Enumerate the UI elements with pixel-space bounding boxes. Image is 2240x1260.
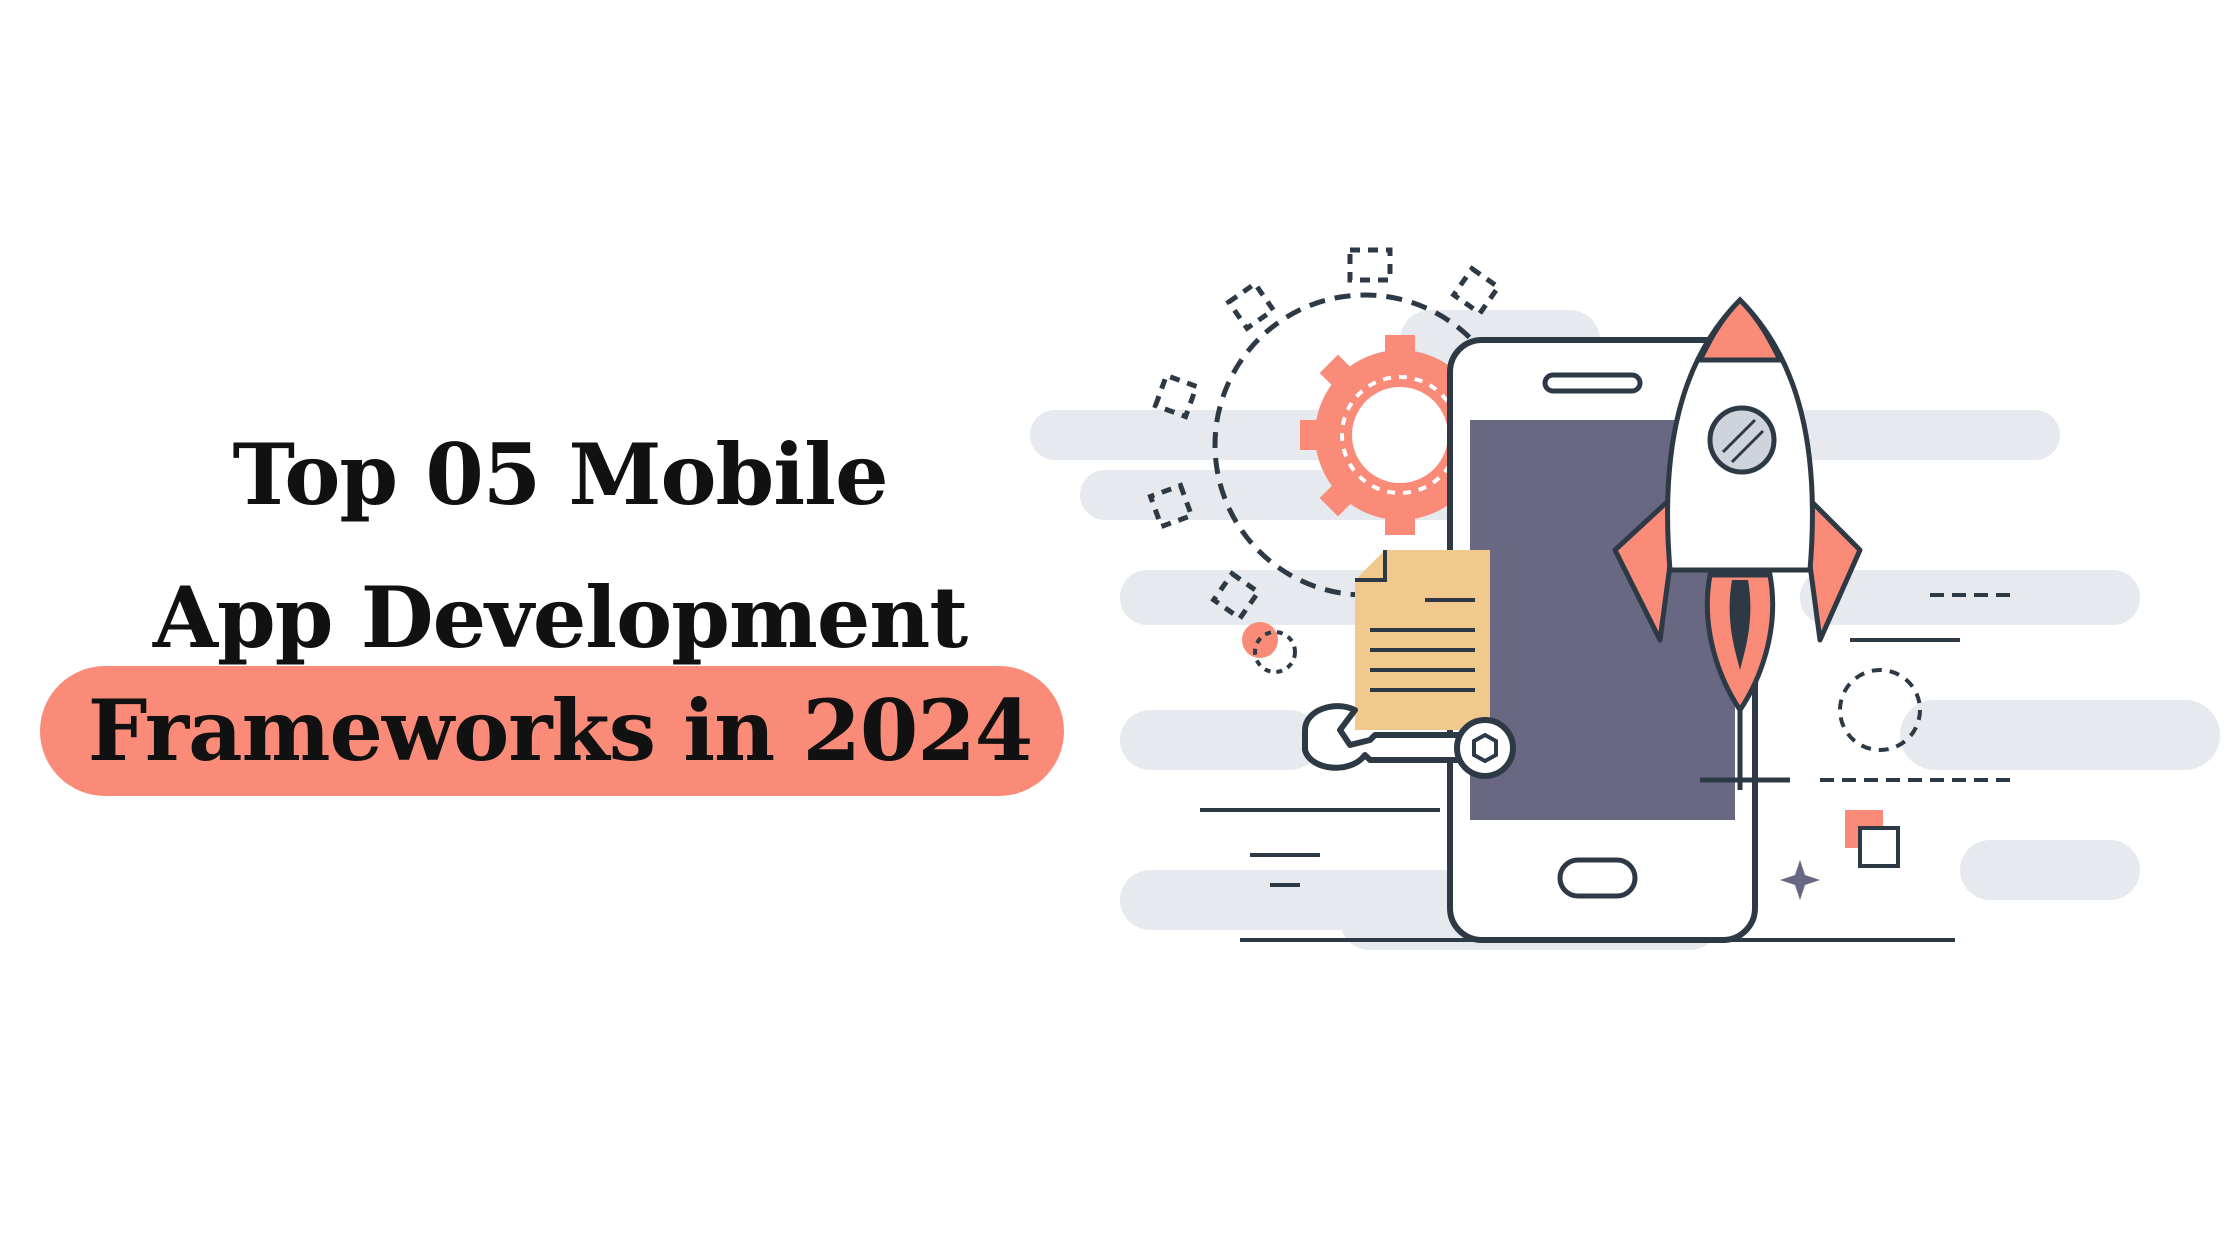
- sparkle-icon: [1780, 860, 1820, 900]
- headline-line-1: Top 05 Mobile: [232, 425, 888, 524]
- app-development-illustration: [1030, 247, 2220, 950]
- document-icon: [1355, 550, 1490, 730]
- headline-line-3: Frameworks in 2024: [87, 681, 1034, 780]
